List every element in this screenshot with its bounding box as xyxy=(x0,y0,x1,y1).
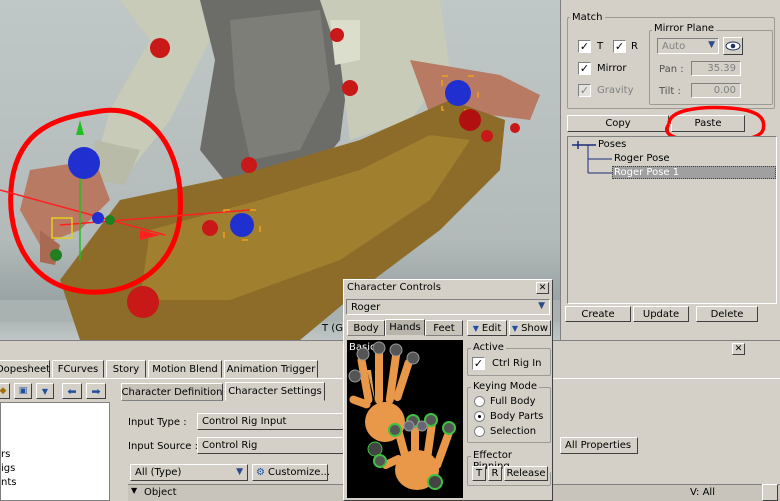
match-group-title: Match xyxy=(570,12,605,23)
release-button[interactable]: Release xyxy=(504,466,548,481)
tab-character-settings[interactable]: Character Settings xyxy=(225,382,325,401)
tree-item[interactable]: igs xyxy=(1,463,15,474)
match-r-checkbox[interactable]: ✓ xyxy=(613,40,626,53)
input-source-value: Control Rig xyxy=(202,440,258,451)
tree-item[interactable]: nts xyxy=(1,477,16,488)
body-parts-label: Body Parts xyxy=(490,411,544,422)
input-source-select[interactable]: Control Rig xyxy=(197,437,347,454)
mirror-plane-value: Auto xyxy=(662,40,686,52)
gear-icon: ⚙ xyxy=(256,467,265,478)
full-body-radio[interactable] xyxy=(474,396,485,407)
tab-fcurves[interactable]: FCurves xyxy=(52,360,104,378)
type-filter-select[interactable]: All (Type) ▼ xyxy=(130,464,248,481)
edit-label: Edit xyxy=(481,322,502,334)
show-label: Show xyxy=(521,322,549,334)
keying-mode-title: Keying Mode xyxy=(471,381,540,392)
match-t-checkbox[interactable]: ✓ xyxy=(578,40,591,53)
object-header-label: Object xyxy=(144,487,177,498)
gravity-label: Gravity xyxy=(597,85,634,96)
scene-icon[interactable]: ◆ xyxy=(0,383,10,399)
forward-arrow-icon[interactable]: ➡ xyxy=(86,383,106,399)
tab-character-definition[interactable]: Character Definition xyxy=(121,383,223,401)
create-button[interactable]: Create xyxy=(565,306,631,322)
pose-item-selected[interactable]: Roger Pose 1 xyxy=(612,166,776,179)
all-properties-button[interactable]: All Properties xyxy=(560,437,638,454)
viewport-overlay-text: T (G xyxy=(322,323,343,334)
customize-button[interactable]: ⚙ Customize... xyxy=(252,464,330,481)
character-select[interactable]: Roger ▼ xyxy=(346,299,550,315)
show-menu[interactable]: ▼ Show xyxy=(509,320,551,336)
input-source-label: Input Source : xyxy=(128,441,198,452)
full-body-label: Full Body xyxy=(490,396,536,407)
menu-arrow-icon: ▼ xyxy=(511,323,519,333)
mirror-checkbox[interactable]: ✓ xyxy=(578,62,591,75)
all-properties-label: All Properties xyxy=(565,440,632,451)
pin-t-button[interactable]: T xyxy=(472,466,486,481)
update-button[interactable]: Update xyxy=(633,306,689,322)
type-filter-value: All (Type) xyxy=(135,467,182,478)
dropdown-icon[interactable]: ▼ xyxy=(36,383,54,399)
gravity-checkbox[interactable]: ✓ xyxy=(578,84,591,97)
poses-tree[interactable]: Poses Roger Pose Roger Pose 1 xyxy=(567,136,777,304)
tab-motion-blend[interactable]: Motion Blend xyxy=(148,360,222,378)
pan-value: 35.39 xyxy=(707,63,736,74)
pin-r-button[interactable]: R xyxy=(488,466,502,481)
input-type-label: Input Type : xyxy=(128,417,187,428)
back-arrow-icon[interactable]: ⬅ xyxy=(62,383,82,399)
chevron-down-icon: ▼ xyxy=(708,40,715,50)
tab-story[interactable]: Story xyxy=(106,360,146,378)
poses-root[interactable]: Poses xyxy=(598,139,626,150)
navigator-tree[interactable]: rs igs nts xyxy=(0,402,110,501)
chevron-down-icon: ▼ xyxy=(236,467,243,477)
chevron-down-icon: ▼ xyxy=(538,301,545,311)
scrollbar-right[interactable] xyxy=(762,484,778,501)
tab-dopesheet[interactable]: Dopesheet xyxy=(0,360,50,378)
pose-item-label: Roger Pose 1 xyxy=(614,167,680,178)
body-parts-radio[interactable] xyxy=(474,411,485,422)
selection-label: Selection xyxy=(490,426,537,437)
collapse-icon: ▼ xyxy=(131,486,138,495)
match-r-label: R xyxy=(631,41,638,52)
tree-item[interactable]: rs xyxy=(1,449,10,460)
character-controls-title: Character Controls xyxy=(347,282,441,293)
tab-animation-trigger[interactable]: Animation Trigger xyxy=(224,360,318,378)
close-icon[interactable]: ✕ xyxy=(536,282,549,294)
hands-view[interactable]: Basic xyxy=(347,340,463,498)
tab-feet[interactable]: Feet xyxy=(425,320,463,336)
tilt-value: 0.00 xyxy=(713,85,736,96)
mirror-plane-title: Mirror Plane xyxy=(652,23,717,34)
pose-controls-panel: Match ✓ T ✓ R ✓ Mirror ✓ Gravity Mirror … xyxy=(560,0,780,340)
delete-button[interactable]: Delete xyxy=(696,306,758,322)
tilt-field[interactable]: 0.00 xyxy=(691,83,741,98)
tilt-label: Tilt : xyxy=(659,86,681,97)
character-name: Roger xyxy=(351,301,381,313)
pan-label: Pan : xyxy=(659,64,684,75)
character-controls-window[interactable]: Character Controls ✕ Roger ▼ Body Hands … xyxy=(343,279,553,501)
menu-arrow-icon: ▼ xyxy=(472,323,479,333)
mirror-plane-select[interactable]: Auto ▼ xyxy=(657,38,719,54)
input-type-value: Control Rig Input xyxy=(202,416,287,427)
tab-hands[interactable]: Hands xyxy=(385,319,425,336)
tab-body[interactable]: Body xyxy=(347,320,385,336)
close-icon[interactable]: ✕ xyxy=(732,343,745,355)
customize-label: Customize... xyxy=(267,467,330,478)
selection-radio[interactable] xyxy=(474,426,485,437)
eye-icon[interactable] xyxy=(723,37,743,55)
hand-diagram[interactable] xyxy=(347,340,463,498)
v-all-label: V: All xyxy=(690,487,715,498)
edit-menu[interactable]: ▼ Edit xyxy=(467,320,507,336)
active-title: Active xyxy=(471,342,506,353)
browse-icon[interactable]: ▣ xyxy=(14,383,32,399)
pan-field[interactable]: 35.39 xyxy=(691,61,741,76)
match-t-label: T xyxy=(597,41,604,52)
ctrl-rig-checkbox[interactable]: ✓ xyxy=(472,357,485,370)
mirror-label: Mirror xyxy=(597,63,627,74)
ctrl-rig-label: Ctrl Rig In xyxy=(492,358,542,369)
pose-item[interactable]: Roger Pose xyxy=(614,153,670,164)
character-controls-titlebar[interactable]: Character Controls ✕ xyxy=(344,280,552,296)
input-type-select[interactable]: Control Rig Input xyxy=(197,413,347,430)
copy-button[interactable]: Copy xyxy=(567,115,669,132)
